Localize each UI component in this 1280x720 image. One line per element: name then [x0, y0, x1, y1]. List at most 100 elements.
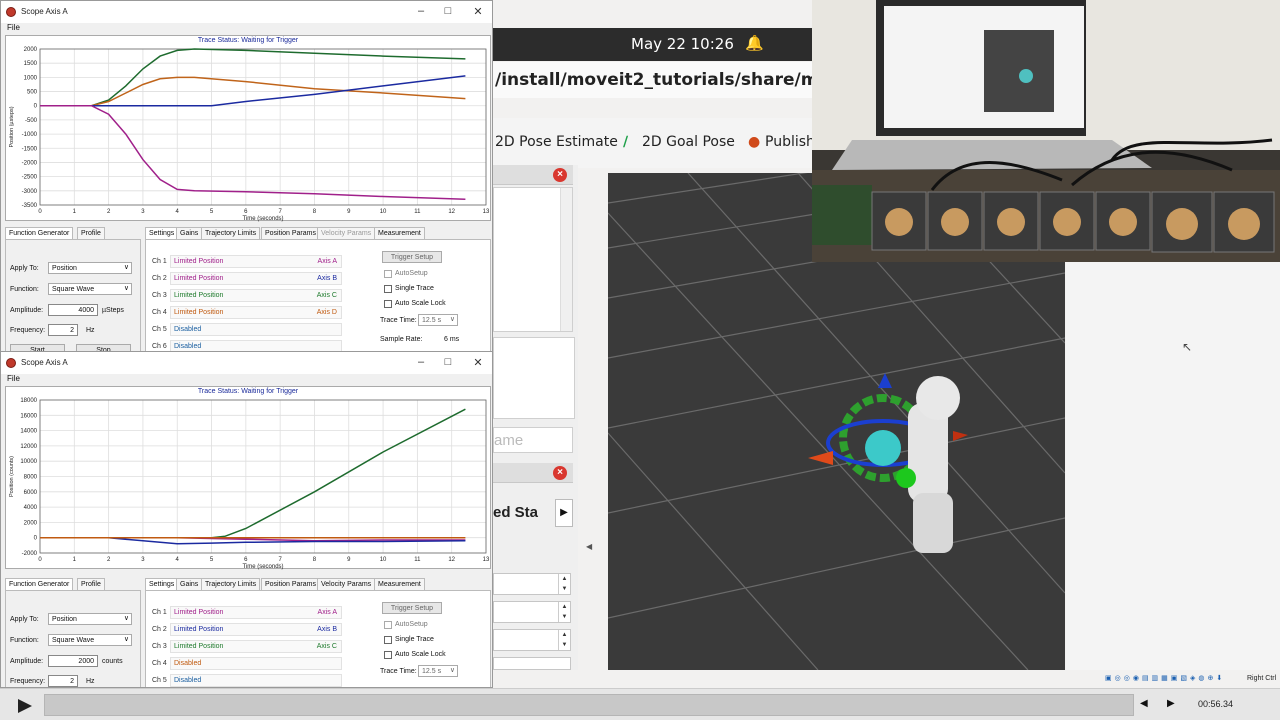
apply-to-select[interactable]: Position ∨ — [48, 262, 132, 274]
close-icon[interactable]: ✕ — [471, 5, 485, 18]
trigger-setup-button[interactable]: Trigger Setup — [382, 602, 442, 614]
scope-chart-2[interactable]: Trace Status: Waiting for Trigger 012345… — [5, 386, 491, 570]
apply-to-select[interactable]: Position ∨ — [48, 613, 132, 625]
function-select[interactable]: Square Wave ∨ — [48, 283, 132, 295]
tool-2d-goal-pose[interactable]: 2D Goal Pose — [642, 134, 735, 150]
x-tick-label: 5 — [210, 209, 214, 215]
menu-file[interactable]: File — [7, 23, 20, 32]
minimize-icon[interactable]: – — [414, 5, 428, 17]
minimize-icon[interactable]: – — [414, 356, 428, 368]
menu-file[interactable]: File — [7, 374, 20, 383]
tab-measurement[interactable]: Measurement — [374, 578, 425, 590]
step-back-icon[interactable]: ◀ — [1140, 698, 1148, 709]
spin-field-1[interactable]: ▲ ▼ — [493, 573, 571, 595]
frequency-label: Frequency: — [10, 327, 46, 334]
channel-row[interactable]: Ch 2 Limited Position Axis B — [150, 623, 342, 636]
title-bar[interactable]: Scope Axis A – □ ✕ — [1, 352, 492, 374]
frequency-input[interactable]: 2 — [48, 675, 78, 687]
channel-row[interactable]: Ch 4 Disabled — [150, 657, 342, 670]
function-select[interactable]: Square Wave ∨ — [48, 634, 132, 646]
maximize-icon[interactable]: □ — [441, 356, 455, 368]
tab-position-params[interactable]: Position Params — [261, 578, 320, 590]
x-tick-label: 5 — [210, 557, 214, 563]
scope-chart-1[interactable]: Trace Status: Waiting for Trigger 012345… — [5, 35, 491, 222]
maximize-icon[interactable]: □ — [441, 5, 455, 17]
tab-settings[interactable]: Settings — [145, 227, 179, 239]
autosetup-checkbox[interactable] — [384, 621, 392, 629]
tab-settings[interactable]: Settings — [145, 578, 179, 590]
tab-function-generator[interactable]: Function Generator — [5, 578, 74, 590]
step-forward-icon[interactable]: ▶ — [1167, 698, 1175, 709]
title-bar[interactable]: Scope Axis A – □ ✕ — [1, 1, 492, 23]
close-icon-2[interactable]: × — [553, 466, 567, 480]
auto-scale-lock-checkbox[interactable] — [384, 300, 392, 308]
channel-source: Disabled — [174, 677, 202, 684]
autosetup-label: AutoSetup — [395, 270, 428, 277]
channel-row[interactable]: Ch 5 Disabled — [150, 674, 342, 687]
x-tick-label: 3 — [141, 209, 145, 215]
collapse-left-icon[interactable]: ◀ — [586, 542, 592, 551]
bell-icon[interactable]: 🔔 — [745, 34, 764, 52]
status-icons-strip[interactable]: ▣◎◎◉▤▥▦▣▧◈◍⊕⬇ — [1105, 674, 1225, 682]
single-trace-checkbox[interactable] — [384, 285, 392, 293]
play-icon[interactable] — [14, 697, 34, 715]
close-icon[interactable]: ✕ — [471, 356, 485, 369]
tab-profile[interactable]: Profile — [77, 578, 105, 590]
tab-profile[interactable]: Profile — [77, 227, 105, 239]
auto-scale-lock-checkbox[interactable] — [384, 651, 392, 659]
robot-arm[interactable] — [808, 373, 968, 553]
single-trace-checkbox[interactable] — [384, 636, 392, 644]
close-icon[interactable]: × — [553, 168, 567, 182]
tab-function-generator[interactable]: Function Generator — [5, 227, 74, 239]
x-tick-label: 0 — [38, 209, 42, 215]
channel-row[interactable]: Ch 1 Limited Position Axis A — [150, 255, 342, 268]
clock[interactable]: May 22 10:26 — [631, 35, 734, 53]
channel-row[interactable]: Ch 3 Limited Position Axis C — [150, 640, 342, 653]
tab-gains[interactable]: Gains — [176, 578, 203, 590]
tab-trajectory-limits[interactable]: Trajectory Limits — [201, 578, 261, 590]
chevron-right-icon[interactable]: ▶ — [555, 499, 573, 527]
x-tick-label: 7 — [278, 557, 282, 563]
spin-arrows-icon[interactable]: ▲ ▼ — [558, 630, 570, 650]
tab-velocity-params[interactable]: Velocity Params — [317, 227, 376, 239]
autosetup-checkbox[interactable] — [384, 270, 392, 278]
channel-value: Disabled — [170, 674, 342, 687]
x-tick-label: 2 — [107, 557, 111, 563]
trace-time-select[interactable]: 12.5 s ∨ — [418, 665, 458, 677]
spin-field-3[interactable]: ▲ ▼ — [493, 629, 571, 651]
channel-row[interactable]: Ch 2 Limited Position Axis B — [150, 272, 342, 285]
displays-list[interactable] — [493, 187, 573, 332]
spin-field-2[interactable]: ▲ ▼ — [493, 601, 571, 623]
apply-to-label: Apply To: — [10, 616, 39, 623]
tab-measurement[interactable]: Measurement — [374, 227, 425, 239]
amplitude-input[interactable]: 2000 — [48, 655, 98, 667]
tool-publish-point[interactable]: Publish P — [765, 134, 813, 150]
tab-position-params[interactable]: Position Params — [261, 227, 320, 239]
spin-field-4[interactable] — [493, 657, 571, 670]
channel-source: Limited Position — [174, 309, 224, 316]
spin-arrows-icon[interactable]: ▲ ▼ — [558, 574, 570, 594]
spin-arrows-icon[interactable]: ▲ ▼ — [558, 602, 570, 622]
channel-label: Ch 2 — [152, 626, 167, 633]
rviz-side-panel: × ame × ed Sta ▶ ▲ ▼ ▲ ▼ ▲ ▼ — [493, 165, 578, 670]
tab-gains[interactable]: Gains — [176, 227, 203, 239]
frequency-input[interactable]: 2 — [48, 324, 78, 336]
trace-time-select[interactable]: 12.5 s ∨ — [418, 314, 458, 326]
scrollbar[interactable] — [560, 188, 572, 331]
channel-row[interactable]: Ch 3 Limited Position Axis C — [150, 289, 342, 302]
tab-velocity-params[interactable]: Velocity Params — [317, 578, 376, 590]
channel-label: Ch 6 — [152, 343, 167, 350]
tool-2d-pose-estimate[interactable]: 2D Pose Estimate — [495, 134, 618, 150]
x-tick-label: 6 — [244, 209, 248, 215]
channel-row[interactable]: Ch 4 Limited Position Axis D — [150, 306, 342, 319]
trigger-setup-button[interactable]: Trigger Setup — [382, 251, 442, 263]
channel-row[interactable]: Ch 5 Disabled — [150, 323, 342, 336]
progress-slider[interactable] — [44, 694, 1134, 716]
y-tick-label: 16000 — [20, 413, 37, 419]
amplitude-input[interactable]: 4000 — [48, 304, 98, 316]
autosetup-label: AutoSetup — [395, 621, 428, 628]
channel-row[interactable]: Ch 1 Limited Position Axis A — [150, 606, 342, 619]
tab-trajectory-limits[interactable]: Trajectory Limits — [201, 227, 261, 239]
channel-label: Ch 1 — [152, 258, 167, 265]
name-field[interactable]: ame — [493, 427, 573, 453]
